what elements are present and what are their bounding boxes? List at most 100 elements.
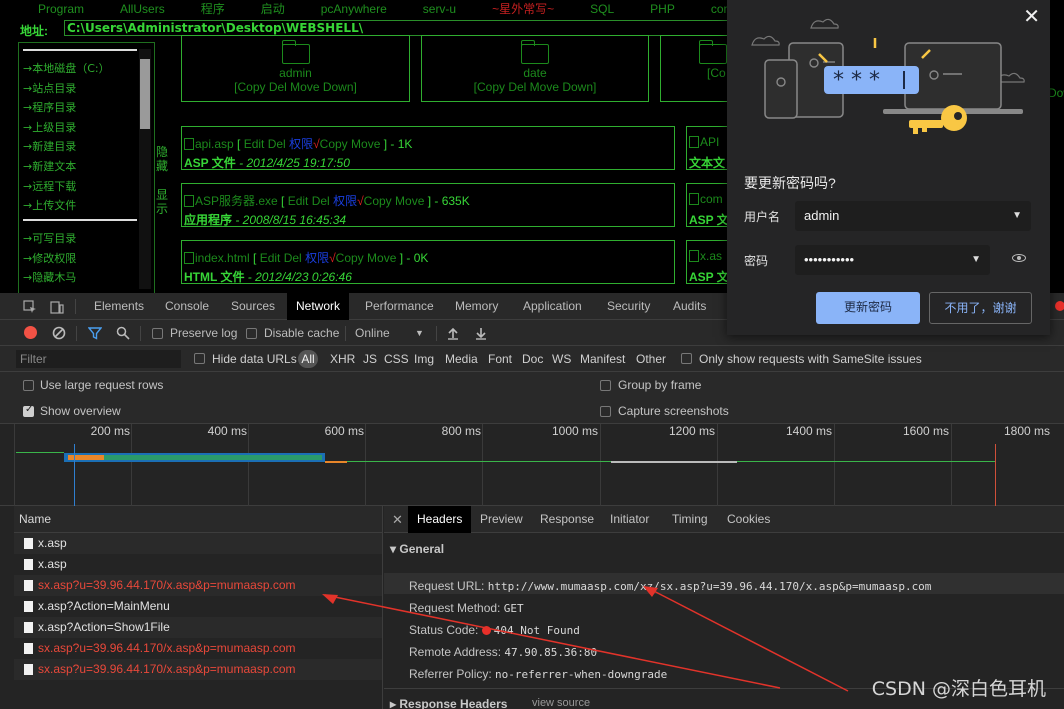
tab-audits[interactable]: Audits	[673, 293, 706, 320]
folder-name[interactable]: date	[422, 66, 648, 80]
nav-servu[interactable]: serv-u	[423, 0, 456, 18]
error-count-icon[interactable]	[1055, 301, 1064, 311]
perm-link[interactable]: 权限	[305, 251, 329, 265]
menu-upload-file[interactable]: →上传文件	[23, 196, 138, 216]
nav-program[interactable]: Program	[38, 0, 84, 18]
filter-other[interactable]: Other	[636, 352, 666, 366]
search-icon[interactable]	[116, 326, 130, 340]
file-actions[interactable]: Edit Del	[284, 194, 333, 208]
folder-name[interactable]: admin	[182, 66, 409, 80]
device-toggle-icon[interactable]	[50, 300, 64, 314]
file-row[interactable]: index.html [ Edit Del 权限√Copy Move ] - 0…	[181, 240, 675, 284]
group-by-frame-checkbox[interactable]	[600, 380, 611, 391]
capture-screenshots-checkbox[interactable]	[600, 406, 611, 417]
sidebar-scrollbar[interactable]	[139, 49, 151, 289]
nav-sql[interactable]: SQL	[590, 0, 614, 18]
nav-allusers[interactable]: AllUsers	[120, 0, 165, 18]
filter-font[interactable]: Font	[488, 352, 512, 366]
filter-doc[interactable]: Doc	[522, 352, 543, 366]
preserve-log-checkbox[interactable]	[152, 328, 163, 339]
response-headers-toggle[interactable]: ▸ Response Headers	[390, 697, 507, 709]
record-icon[interactable]	[24, 326, 37, 339]
nav-pcanywhere[interactable]: pcAnywhere	[321, 0, 387, 18]
nav-xingwai[interactable]: ~星外常写~	[492, 0, 554, 18]
tab-response[interactable]: Response	[540, 506, 594, 533]
perm-link[interactable]: 权限	[289, 137, 313, 151]
file-name[interactable]: index.html	[195, 251, 250, 265]
hide-toggle[interactable]: 隐藏	[156, 145, 170, 173]
request-row[interactable]: x.asp	[14, 533, 382, 554]
filter-ws[interactable]: WS	[552, 352, 571, 366]
throttling-select[interactable]: Online	[355, 326, 390, 340]
tab-performance[interactable]: Performance	[365, 293, 434, 320]
perm-link[interactable]: 权限	[333, 194, 357, 208]
tab-preview[interactable]: Preview	[480, 506, 523, 533]
folder-date[interactable]: date [Copy Del Move Down]	[421, 35, 649, 102]
tab-network[interactable]: Network	[287, 293, 350, 320]
nav-programs-cn[interactable]: 程序	[201, 0, 225, 18]
filter-media[interactable]: Media	[445, 352, 478, 366]
username-select[interactable]: admin ▼	[795, 201, 1031, 231]
inspect-icon[interactable]	[23, 300, 37, 314]
menu-program-dir[interactable]: →程序目录	[23, 98, 138, 118]
export-har-icon[interactable]	[474, 326, 488, 340]
file-name[interactable]: API	[700, 135, 719, 149]
timeline-overview[interactable]: 200 ms 400 ms 600 ms 800 ms 1000 ms 1200…	[0, 424, 1064, 506]
eye-icon[interactable]	[1012, 254, 1026, 262]
no-thanks-button[interactable]: 不用了，谢谢	[929, 292, 1032, 324]
import-har-icon[interactable]	[446, 326, 460, 340]
folder-actions-partial[interactable]: Dow	[1048, 86, 1064, 100]
file-actions-2[interactable]: Copy Move	[364, 194, 428, 208]
filter-icon[interactable]	[88, 326, 102, 340]
filter-manifest[interactable]: Manifest	[580, 352, 625, 366]
samesite-checkbox[interactable]	[681, 353, 692, 364]
tab-application[interactable]: Application	[523, 293, 582, 320]
chevron-down-icon[interactable]: ▼	[415, 328, 424, 338]
hide-data-urls-checkbox[interactable]	[194, 353, 205, 364]
close-icon[interactable]: ✕	[1023, 4, 1040, 29]
menu-local-disk[interactable]: →本地磁盘（C:）	[23, 59, 138, 79]
tab-headers[interactable]: Headers	[408, 506, 472, 533]
view-source-link[interactable]: view source	[532, 697, 590, 709]
request-row[interactable]: x.asp?Action=Show1File	[14, 617, 382, 638]
tab-memory[interactable]: Memory	[455, 293, 498, 320]
filter-xhr[interactable]: XHR	[330, 352, 355, 366]
disable-cache-checkbox[interactable]	[246, 328, 257, 339]
folder-actions[interactable]: [Copy Del Move Down]	[422, 80, 648, 94]
filter-img[interactable]: Img	[414, 352, 434, 366]
close-icon[interactable]: ✕	[392, 506, 403, 533]
filter-all[interactable]: All	[298, 350, 318, 368]
file-name[interactable]: api.asp	[195, 137, 234, 151]
file-actions[interactable]: Edit Del	[256, 251, 305, 265]
folder-admin[interactable]: admin [Copy Del Move Down]	[181, 35, 410, 102]
file-name[interactable]: x.as	[700, 249, 722, 263]
tab-initiator[interactable]: Initiator	[610, 506, 649, 533]
request-row[interactable]: sx.asp?u=39.96.44.170/x.asp&p=mumaasp.co…	[14, 575, 382, 596]
tab-timing[interactable]: Timing	[672, 506, 708, 533]
folder-actions[interactable]: [Copy Del Move Down]	[182, 80, 409, 94]
request-row[interactable]: x.asp?Action=MainMenu	[14, 596, 382, 617]
filter-css[interactable]: CSS	[384, 352, 409, 366]
file-row[interactable]: ASP服务器.exe [ Edit Del 权限√Copy Move ] - 6…	[181, 183, 675, 227]
file-actions-2[interactable]: Copy Move	[320, 137, 384, 151]
tab-cookies[interactable]: Cookies	[727, 506, 770, 533]
menu-site-dir[interactable]: →站点目录	[23, 79, 138, 99]
request-row[interactable]: sx.asp?u=39.96.44.170/x.asp&p=mumaasp.co…	[14, 659, 382, 680]
tab-console[interactable]: Console	[165, 293, 209, 320]
filter-input[interactable]: Filter	[16, 350, 181, 368]
menu-modify-perm[interactable]: →修改权限	[23, 249, 138, 269]
show-overview-checkbox[interactable]	[23, 404, 34, 417]
nav-startup[interactable]: 启动	[261, 0, 285, 18]
menu-new-text[interactable]: →新建文本	[23, 157, 138, 177]
menu-writable-dir[interactable]: →可写目录	[23, 229, 138, 249]
tab-elements[interactable]: Elements	[94, 293, 144, 320]
file-actions-2[interactable]: Copy Move	[336, 251, 400, 265]
menu-parent-dir[interactable]: →上级目录	[23, 118, 138, 138]
update-password-button[interactable]: 更新密码	[816, 292, 920, 324]
tab-sources[interactable]: Sources	[231, 293, 275, 320]
request-row[interactable]: x.asp	[14, 554, 382, 575]
clear-icon[interactable]	[52, 326, 66, 340]
password-select[interactable]: ••••••••••• ▼	[795, 245, 990, 275]
menu-new-dir[interactable]: →新建目录	[23, 137, 138, 157]
file-row[interactable]: api.asp [ Edit Del 权限√Copy Move ] - 1K A…	[181, 126, 675, 170]
